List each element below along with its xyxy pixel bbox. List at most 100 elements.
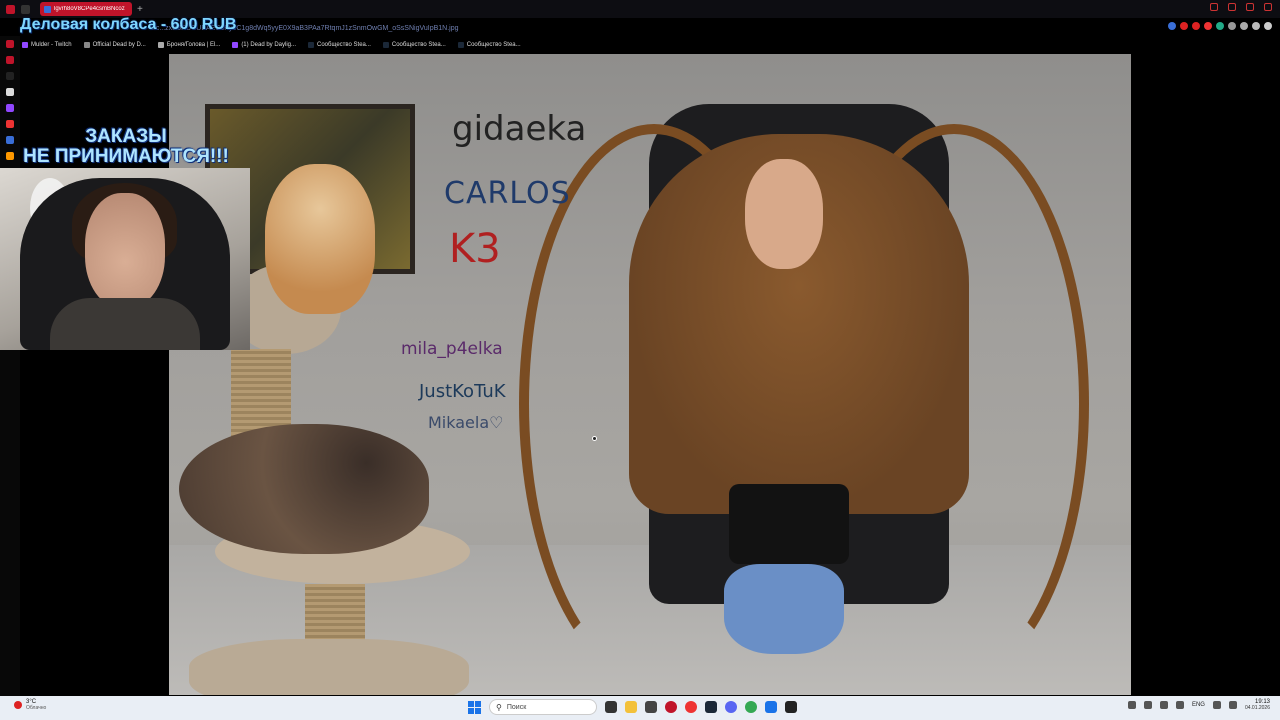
sidebar-aria-icon[interactable] <box>6 88 14 96</box>
window-controls <box>1210 3 1272 11</box>
cat-tree-base <box>189 639 469 695</box>
twitch-icon <box>232 42 239 48</box>
chrome-icon[interactable] <box>745 701 757 713</box>
extension-icon[interactable] <box>1192 22 1200 30</box>
sidebar-opera-icon[interactable] <box>6 40 14 48</box>
app-icon[interactable] <box>645 701 657 713</box>
bookmark-item[interactable]: Сообщество Stea... <box>457 42 521 48</box>
sidebar-divider <box>6 72 14 80</box>
wall-name-k3: K3 <box>449 226 501 272</box>
clock[interactable]: 19:13 04.01.2026 <box>1245 699 1270 711</box>
bookmark-icon <box>157 42 164 48</box>
tray-app-icon[interactable] <box>1159 701 1168 709</box>
bookmark-label: (1) Dead by Daylig... <box>241 42 297 48</box>
bookmark-label: Сообщество Stea... <box>466 42 521 48</box>
bookmark-item[interactable]: (1) Dead by Daylig... <box>232 42 296 48</box>
steam-icon <box>382 42 389 48</box>
start-icon[interactable] <box>468 700 481 714</box>
extension-icon[interactable] <box>1168 22 1176 30</box>
volume-icon[interactable] <box>1228 701 1237 709</box>
tab-active[interactable]: lgvrh8oV8CPe4csmBNcoz <box>40 2 132 16</box>
discord-icon[interactable] <box>725 701 737 713</box>
bookmark-label: Сообщество Stea... <box>391 42 446 48</box>
person-pants <box>729 484 849 564</box>
bookmark-item[interactable]: Броня/Голова | El... <box>157 42 221 48</box>
donation-title: Деловая колбаса - 600 RUB <box>20 16 237 33</box>
wall-name-mikaela: Mikaela♡ <box>428 413 504 432</box>
warning-line2: НЕ ПРИНИМАЮТСЯ!!! <box>23 146 229 167</box>
close-icon[interactable] <box>1264 3 1272 11</box>
opera-menu-icon[interactable] <box>6 4 15 14</box>
steam-icon[interactable] <box>705 701 717 713</box>
weather-icon <box>14 701 22 709</box>
clock-date: 04.01.2026 <box>1244 705 1270 711</box>
streamer-body <box>50 298 200 350</box>
wall-name-gidaeka: gidaeka <box>452 109 587 149</box>
tab-list-icon[interactable] <box>21 4 30 14</box>
bookmarks-bar: Mulder - Twitch Official Dead by D... Бр… <box>22 39 521 51</box>
twitch-icon <box>22 42 28 48</box>
wall-name-carlos: CARLOS <box>444 176 571 211</box>
bookmark-item[interactable]: Сообщество Stea... <box>308 42 371 48</box>
extensions-bar <box>1168 22 1272 30</box>
weather-widget[interactable]: 3°C Облачно <box>14 699 46 711</box>
tray-app-icon[interactable] <box>1175 701 1184 709</box>
chevron-up-icon[interactable] <box>1127 701 1136 709</box>
streamer-face <box>85 193 165 308</box>
browser-menu-group <box>0 4 30 14</box>
taskbar-search[interactable]: ⚲ Поиск <box>489 699 597 715</box>
sidebar-twitch-icon[interactable] <box>6 104 14 112</box>
warning-line1: ЗАКАЗЫ <box>85 126 167 147</box>
search-tabs-icon[interactable] <box>1210 3 1218 11</box>
minimize-icon[interactable] <box>1228 3 1236 11</box>
person-face <box>745 159 823 269</box>
taskbar-apps: ⚲ Поиск <box>468 699 797 715</box>
new-tab-icon[interactable]: + <box>137 4 143 15</box>
bookmark-label: Mulder - Twitch <box>31 42 72 48</box>
dark-cat <box>179 424 429 554</box>
steam-icon <box>457 42 464 48</box>
sidebar-app-icon[interactable] <box>6 56 14 64</box>
system-tray: ENG 19:13 04.01.2026 <box>1127 699 1270 711</box>
blue-potty <box>724 564 844 654</box>
screen: lgvrh8oV8CPe4csmBNcoz + ...c...zxulJRUCU… <box>0 0 1280 720</box>
orders-warning: ЗАКАЗЫ НЕ ПРИНИМАЮТСЯ!!! <box>6 127 246 167</box>
ginger-cat <box>265 164 375 314</box>
windows-taskbar: 3°C Облачно ⚲ Поиск ENG 19:13 04.01.2026 <box>0 696 1280 720</box>
extension-icon[interactable] <box>1216 22 1224 30</box>
search-placeholder: Поиск <box>506 703 527 711</box>
weather-condition: Облачно <box>26 705 47 711</box>
network-icon[interactable] <box>1212 701 1221 709</box>
wall-name-just: JustKoTuK <box>419 381 506 402</box>
bookmark-item[interactable]: Official Dead by D... <box>83 42 146 48</box>
maximize-icon[interactable] <box>1246 3 1254 11</box>
dbd-icon <box>83 42 90 48</box>
extension-icon[interactable] <box>1228 22 1236 30</box>
bookmark-item[interactable]: Mulder - Twitch <box>22 42 72 48</box>
extension-icon[interactable] <box>1180 22 1188 30</box>
viewed-image: gidaeka CARLOS K3 mila_p4elka JustKoTuK … <box>169 54 1131 695</box>
file-explorer-icon[interactable] <box>625 701 637 713</box>
download-icon[interactable] <box>1252 22 1260 30</box>
bookmark-label: Official Dead by D... <box>92 42 146 48</box>
menu-icon[interactable] <box>1264 22 1272 30</box>
opera-gx-icon[interactable] <box>665 701 677 713</box>
extension-icon[interactable] <box>1240 22 1248 30</box>
wall-name-mila: mila_p4elka <box>401 339 503 359</box>
steam-tray-icon[interactable] <box>1143 701 1152 709</box>
app-icon[interactable] <box>765 701 777 713</box>
steam-icon <box>308 42 315 48</box>
extension-icon[interactable] <box>1204 22 1212 30</box>
obs-icon[interactable] <box>785 701 797 713</box>
opera-icon[interactable] <box>685 701 697 713</box>
weather-text: 3°C Облачно <box>26 699 46 711</box>
bookmark-label: Сообщество Stea... <box>317 42 371 48</box>
task-view-icon[interactable] <box>605 701 617 713</box>
language-indicator[interactable]: ENG <box>1192 702 1205 708</box>
bookmark-item[interactable]: Сообщество Stea... <box>382 42 446 48</box>
webcam-feed <box>0 168 250 350</box>
mouse-cursor-icon <box>592 436 597 441</box>
image-favicon-icon <box>44 5 51 13</box>
search-icon: ⚲ <box>496 702 502 712</box>
bookmark-label: Броня/Голова | El... <box>166 42 221 48</box>
